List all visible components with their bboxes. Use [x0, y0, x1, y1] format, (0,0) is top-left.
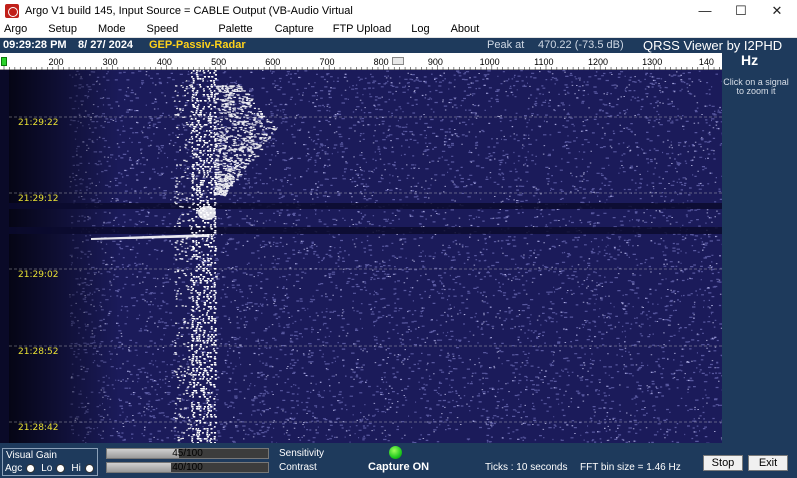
gain-option-lo-label: Lo: [41, 463, 53, 474]
visual-gain-group: Visual Gain Agc Lo Hi: [2, 448, 98, 476]
ruler-tick-label: 140: [699, 57, 714, 67]
gain-option-lo-radio[interactable]: [56, 464, 66, 473]
contrast-value: 40/100: [172, 462, 203, 473]
ruler-center-marker[interactable]: [392, 57, 404, 65]
ruler-tick-label: 1100: [534, 57, 553, 67]
title-bar: Argo V1 build 145, Input Source = CABLE …: [0, 0, 797, 21]
ruler-tick-label: 900: [428, 57, 443, 67]
stop-button[interactable]: Stop: [703, 455, 743, 471]
menu-speed[interactable]: Speed: [133, 23, 186, 35]
signal-peak-blob: [198, 206, 216, 220]
ruler-tick-label: 200: [48, 57, 63, 67]
menu-ftp-upload[interactable]: FTP Upload: [321, 23, 399, 35]
exit-button[interactable]: Exit: [748, 455, 788, 471]
fft-bin-info: FFT bin size = 1.46 Hz: [580, 462, 681, 473]
waterfall-left-strip: [0, 70, 9, 443]
sensitivity-label: Sensitivity: [279, 448, 325, 459]
menu-mode[interactable]: Mode: [84, 23, 133, 35]
zoom-hint: Click on a signal to zoom it: [723, 77, 789, 96]
capture-status-text: Capture ON: [368, 461, 430, 473]
menu-setup[interactable]: Setup: [34, 23, 84, 35]
ruler-start-marker[interactable]: [1, 57, 7, 66]
gain-option-hi-label: Hi: [71, 463, 81, 474]
sensitivity-slider[interactable]: 45/100: [106, 448, 269, 459]
clock-date: 8/ 27/ 2024: [78, 39, 134, 51]
sensitivity-value: 45/100: [172, 448, 203, 459]
timestamp-label: 21:29:02: [18, 270, 59, 280]
ruler-tick-label: 500: [211, 57, 226, 67]
gain-option-hi-radio[interactable]: [84, 464, 94, 473]
waterfall-canvas[interactable]: [9, 70, 722, 443]
timestamp-label: 21:28:52: [18, 347, 59, 357]
menu-palette[interactable]: Palette: [185, 23, 259, 35]
right-panel: [722, 53, 797, 443]
info-bar: 09:29:28 PM 8/ 27/ 2024 GEP-Passiv-Radar…: [0, 38, 797, 53]
waterfall-display[interactable]: 21:29:22 21:29:12 21:29:02 21:28:52 21:2…: [9, 70, 722, 443]
station-label: GEP-Passiv-Radar: [149, 39, 246, 51]
waterfall-dark-band: [9, 227, 722, 234]
ruler-tick-label: 1200: [588, 57, 608, 67]
control-bar: Visual Gain Agc Lo Hi 45/100 Sensitivity…: [0, 443, 797, 478]
ruler-ticks: 200 300 400 500 600 700 800 900 1000 1100 1200 1300…: [3, 57, 720, 70]
timestamp-label: 21:29:22: [18, 118, 59, 128]
ruler-tick-label: 600: [265, 57, 280, 67]
close-icon[interactable]: ✕: [759, 0, 795, 21]
contrast-label: Contrast: [279, 462, 317, 473]
menu-capture[interactable]: Capture: [260, 23, 321, 35]
maximize-icon[interactable]: ☐: [723, 0, 759, 21]
contrast-slider[interactable]: 40/100: [106, 462, 269, 473]
menu-about[interactable]: About: [437, 23, 487, 35]
ruler-tick-label: 1300: [642, 57, 662, 67]
waterfall-dark-band: [9, 203, 722, 209]
waterfall-noise-bright: [69, 70, 722, 443]
capture-status-led: [389, 446, 402, 459]
ruler-tick-label: 800: [374, 57, 389, 67]
minimize-icon[interactable]: —: [687, 0, 723, 21]
menu-log[interactable]: Log: [398, 23, 436, 35]
unit-label: Hz: [741, 52, 759, 68]
app-icon: [5, 3, 19, 18]
peak-label: Peak at: [487, 39, 525, 51]
ruler-tick-label: 300: [103, 57, 118, 67]
ruler-tick-label: 700: [319, 57, 334, 67]
gain-option-agc-radio[interactable]: [26, 464, 36, 473]
clock-time: 09:29:28 PM: [3, 39, 67, 51]
timestamp-label: 21:28:42: [18, 423, 59, 433]
window-title: Argo V1 build 145, Input Source = CABLE …: [25, 4, 353, 17]
visual-gain-title: Visual Gain: [6, 450, 57, 461]
gain-option-agc-label: Agc: [5, 463, 23, 474]
waterfall-noise: [69, 70, 722, 443]
ticks-info: Ticks : 10 seconds: [485, 462, 568, 473]
signal-sidebands: [173, 80, 278, 442]
timestamp-label: 21:29:12: [18, 194, 59, 204]
frequency-ruler[interactable]: 200 300 400 500 600 700 800 900 1000 1100 1200 1300…: [0, 53, 722, 70]
ruler-tick-label: 1000: [480, 57, 500, 67]
peak-value: 470.22 (-73.5 dB): [538, 39, 624, 51]
ruler-tick-label: 400: [157, 57, 172, 67]
menu-argo[interactable]: Argo: [0, 23, 34, 35]
menu-bar: Argo Setup Mode Speed Palette Capture FT…: [0, 21, 797, 38]
brand-label: QRSS Viewer by I2PHD: [643, 38, 783, 53]
